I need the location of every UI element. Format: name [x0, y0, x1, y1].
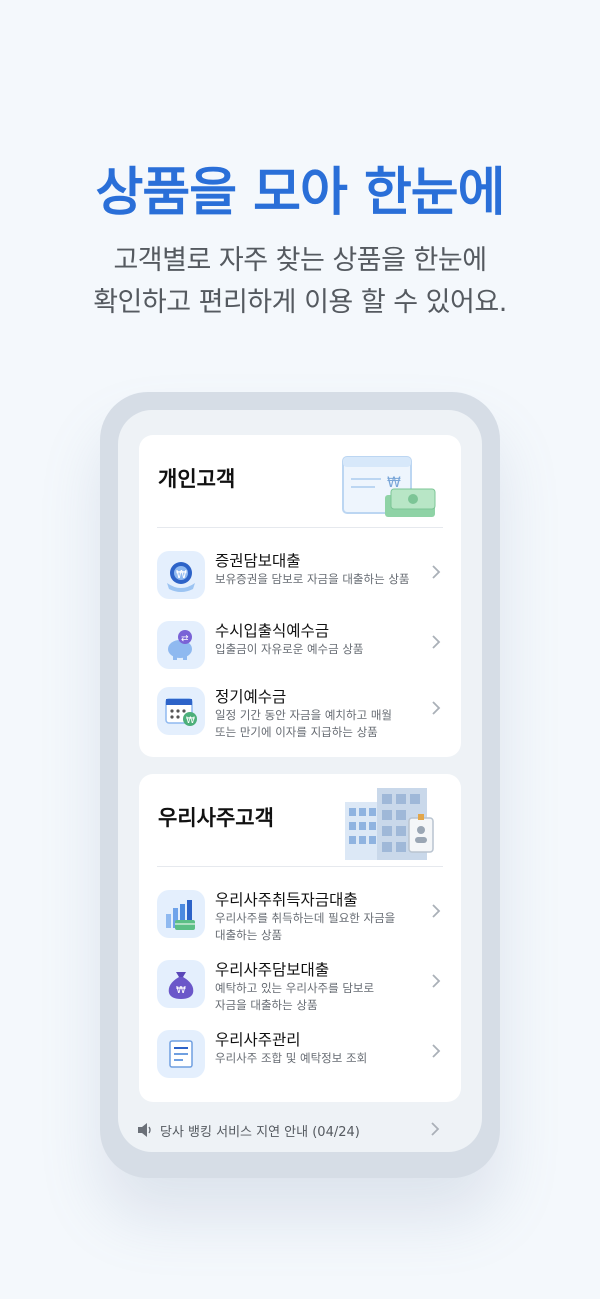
phone-mockup: 개인고객 ₩ ₩ 증권담보대출 보유증권을 담보로 자금을 대출하는 상품 ⇄ …	[100, 392, 500, 1178]
product-title: 우리사주취득자금대출	[215, 891, 358, 909]
product-esop-management[interactable]: 우리사주관리 우리사주 조합 및 예탁정보 조회	[139, 1026, 461, 1084]
chevron-right-icon	[432, 701, 441, 715]
hero-subtitle: 고객별로 자주 찾는 상품을 한눈에 확인하고 편리하게 이용 할 수 있어요.	[0, 240, 600, 324]
product-desc-line2: 또는 만기에 이자를 지급하는 상품	[215, 725, 378, 739]
product-desc: 우리사주 조합 및 예탁정보 조회	[215, 1051, 368, 1065]
product-demand-deposit[interactable]: ⇄ 수시입출식예수금 입출금이 자유로운 예수금 상품	[139, 617, 461, 675]
product-desc-line2: 대출하는 상품	[215, 928, 283, 942]
hero-title: 상품을 모아 한눈에	[95, 163, 506, 223]
product-title: 정기예수금	[215, 688, 287, 706]
product-esop-collateral-loan[interactable]: ₩ 우리사주담보대출 예탁하고 있는 우리사주를 담보로 자금을 대출하는 상품	[139, 956, 461, 1014]
product-desc-line1: 우리사주를 취득하는데 필요한 자금을	[215, 911, 396, 925]
service-notice-bar[interactable]: 당사 뱅킹 서비스 지연 안내 (04/24)	[118, 1117, 482, 1143]
svg-text:⇄: ⇄	[181, 634, 189, 644]
product-securities-loan[interactable]: ₩ 증권담보대출 보유증권을 담보로 자금을 대출하는 상품	[139, 547, 461, 605]
product-time-deposit[interactable]: ₩ 정기예수금 일정 기간 동안 자금을 예치하고 매월 또는 만기에 이자를 …	[139, 683, 461, 741]
product-desc-line2: 자금을 대출하는 상품	[215, 998, 318, 1012]
svg-text:₩: ₩	[186, 716, 195, 726]
product-desc-line1: 일정 기간 동안 자금을 예치하고 매월	[215, 708, 392, 722]
product-desc: 우리사주를 취득하는데 필요한 자금을 대출하는 상품	[215, 910, 415, 944]
chevron-right-icon	[432, 974, 441, 988]
product-title: 우리사주관리	[215, 1031, 301, 1049]
section-divider	[157, 866, 443, 867]
section-title-personal: 개인고객	[158, 467, 236, 491]
product-esop-acquisition-loan[interactable]: 우리사주취득자금대출 우리사주를 취득하는데 필요한 자금을 대출하는 상품	[139, 886, 461, 944]
hero-subtitle-line2: 확인하고 편리하게 이용 할 수 있어요.	[93, 287, 507, 318]
product-title: 증권담보대출	[215, 552, 301, 570]
notice-text: 당사 뱅킹 서비스 지연 안내 (04/24)	[160, 1125, 360, 1140]
product-desc: 일정 기간 동안 자금을 예치하고 매월 또는 만기에 이자를 지급하는 상품	[215, 707, 415, 741]
chevron-right-icon	[432, 904, 441, 918]
chevron-right-icon	[432, 565, 441, 579]
bankbook-cash-illustration: ₩	[341, 453, 439, 525]
document-icon	[157, 1030, 205, 1078]
piggy-bank-icon: ⇄	[157, 621, 205, 669]
chevron-right-icon	[432, 1044, 441, 1058]
hero-subtitle-line1: 고객별로 자주 찾는 상품을 한눈에	[113, 245, 487, 276]
chevron-right-icon	[432, 635, 441, 649]
office-building-illustration	[343, 782, 439, 864]
product-title: 우리사주담보대출	[215, 961, 330, 979]
svg-text:₩: ₩	[176, 568, 187, 581]
product-desc: 보유증권을 담보로 자금을 대출하는 상품	[215, 572, 410, 586]
personal-customer-card: 개인고객 ₩ ₩ 증권담보대출 보유증권을 담보로 자금을 대출하는 상품 ⇄ …	[139, 435, 461, 757]
section-divider	[157, 527, 443, 528]
product-desc: 예탁하고 있는 우리사주를 담보로 자금을 대출하는 상품	[215, 980, 415, 1014]
securities-globe-icon: ₩	[157, 551, 205, 599]
product-desc-line1: 예탁하고 있는 우리사주를 담보로	[215, 981, 375, 995]
phone-screen: 개인고객 ₩ ₩ 증권담보대출 보유증권을 담보로 자금을 대출하는 상품 ⇄ …	[118, 410, 482, 1152]
product-title: 수시입출식예수금	[215, 622, 330, 640]
coin-stack-icon	[157, 890, 205, 938]
chevron-right-icon	[431, 1122, 440, 1136]
section-title-employee-stock: 우리사주고객	[158, 806, 274, 830]
speaker-icon	[138, 1123, 151, 1137]
calendar-money-icon: ₩	[157, 687, 205, 735]
svg-text:₩: ₩	[176, 985, 186, 996]
employee-stock-customer-card: 우리사주고객 우리사주취득자금대출 우리사주를 취득하는데 필요한 자금을 대출…	[139, 774, 461, 1102]
product-desc: 입출금이 자유로운 예수금 상품	[215, 642, 364, 656]
money-bag-icon: ₩	[157, 960, 205, 1008]
